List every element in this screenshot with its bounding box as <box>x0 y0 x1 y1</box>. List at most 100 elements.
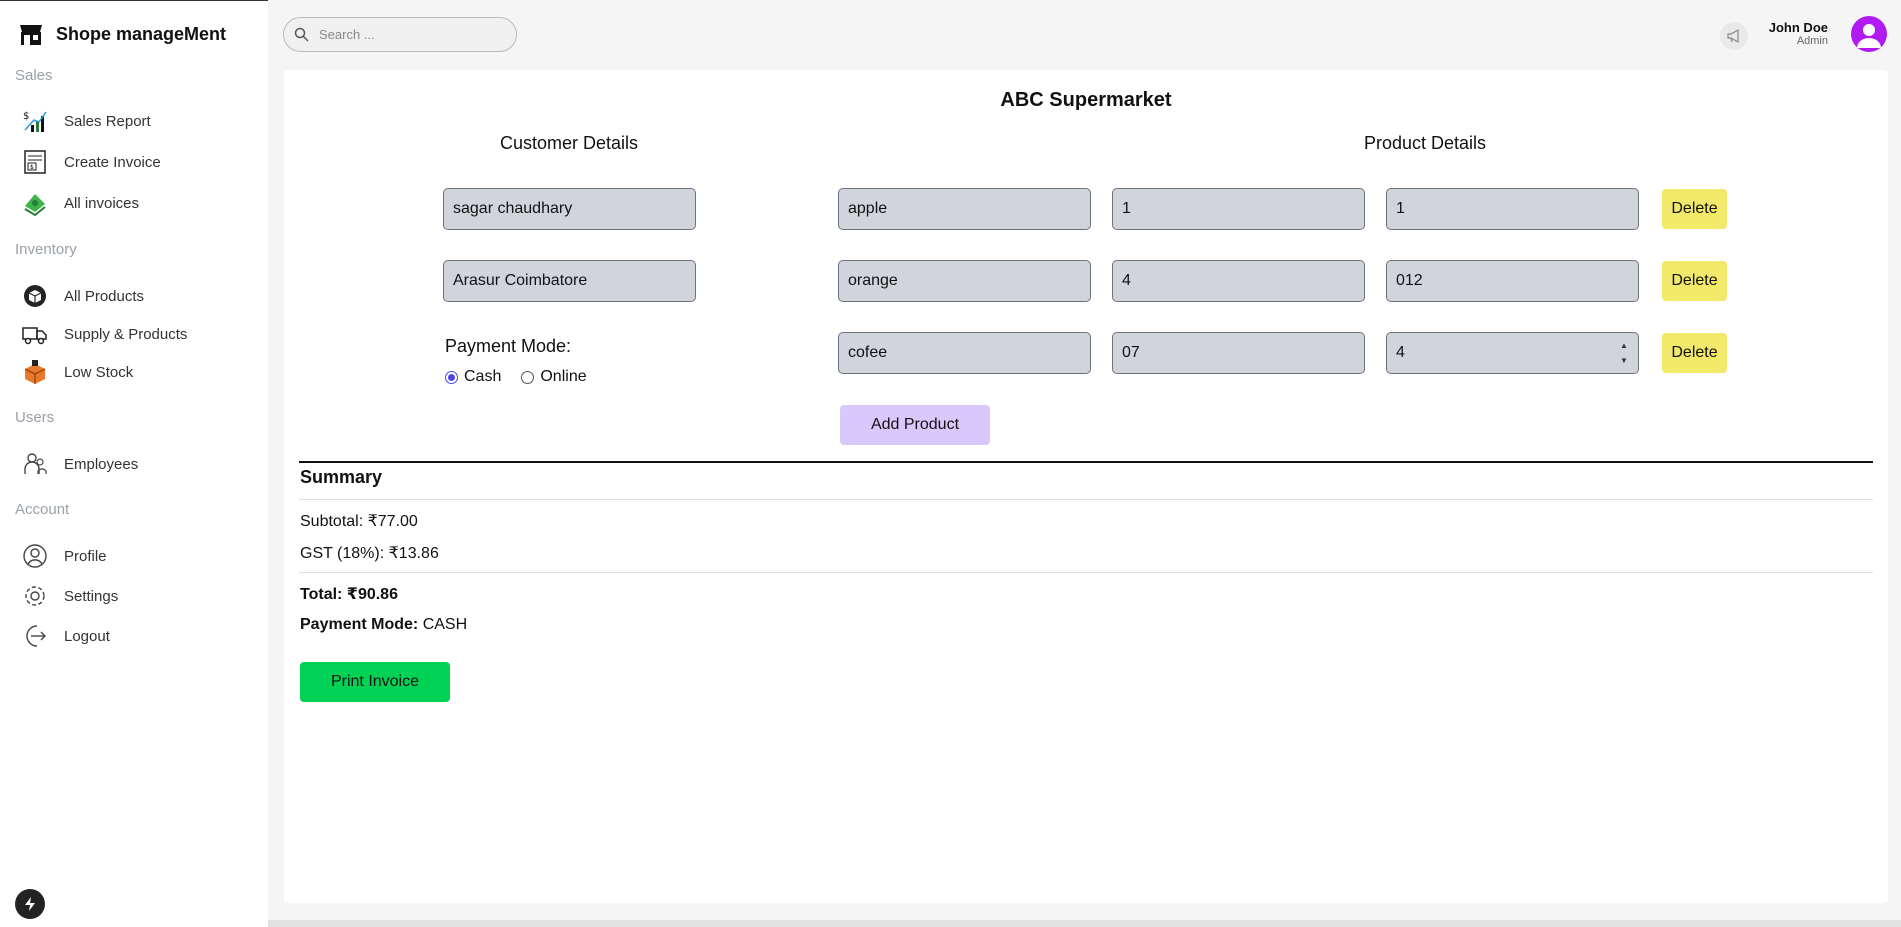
online-label[interactable]: Online <box>540 368 586 386</box>
sidebar-item-sales-report[interactable]: $ Sales Report <box>22 108 151 134</box>
gst-text: GST (18%): ₹13.86 <box>300 545 439 562</box>
chart-bars-icon: $ <box>22 108 48 134</box>
search-icon <box>294 27 309 42</box>
product-details-heading: Product Details <box>1363 133 1487 153</box>
summary-title: Summary <box>300 467 383 487</box>
product-price-field[interactable] <box>1112 332 1365 374</box>
user-circle-icon <box>22 543 48 569</box>
sidebar-item-profile[interactable]: Profile <box>22 543 107 569</box>
customer-address-field[interactable] <box>443 260 696 302</box>
add-product-button[interactable]: Add Product <box>840 405 990 445</box>
delete-product-button[interactable]: Delete <box>1662 261 1727 301</box>
sidebar-item-label: Supply & Products <box>64 325 188 343</box>
sidebar-item-label: Low Stock <box>64 363 134 381</box>
subtotal-text: Subtotal: ₹77.00 <box>300 513 418 530</box>
product-name-input[interactable] <box>848 344 1081 362</box>
product-price-field[interactable] <box>1112 188 1365 230</box>
summary-divider <box>299 461 1873 463</box>
product-price-input[interactable] <box>1122 272 1355 290</box>
payment-mode-options: Cash Online <box>445 368 587 386</box>
product-qty-field[interactable]: ▲▼ <box>1386 332 1639 374</box>
user-avatar-icon <box>1857 24 1881 48</box>
sidebar-item-label: Create Invoice <box>64 153 161 171</box>
bolt-icon[interactable] <box>15 889 45 919</box>
summary-divider-thin <box>299 499 1873 500</box>
product-name-field[interactable] <box>838 332 1091 374</box>
users-icon <box>22 451 48 477</box>
product-name-field[interactable] <box>838 188 1091 230</box>
payment-mode-summary-value: CASH <box>422 616 468 633</box>
sidebar-item-label: Settings <box>64 587 119 605</box>
money-stack-icon <box>22 190 48 216</box>
user-role: Admin <box>1796 35 1828 47</box>
section-label-users: Users <box>15 409 55 426</box>
online-radio[interactable] <box>521 370 535 384</box>
product-qty-field[interactable] <box>1386 188 1639 230</box>
sidebar-item-low-stock[interactable]: Low Stock <box>22 359 133 385</box>
spin-down-icon[interactable]: ▼ <box>1620 356 1628 365</box>
total-text: Total: ₹90.86 <box>300 586 398 603</box>
product-name-field[interactable] <box>838 260 1091 302</box>
sidebar-item-label: Logout <box>64 627 110 645</box>
store-title: ABC Supermarket <box>1000 89 1172 111</box>
megaphone-icon[interactable] <box>1720 22 1748 50</box>
customer-name-input[interactable] <box>453 200 686 218</box>
horizontal-scrollbar[interactable] <box>268 920 1901 927</box>
product-price-input[interactable] <box>1122 200 1355 218</box>
customer-address-input[interactable] <box>453 272 686 290</box>
sidebar-item-employees[interactable]: Employees <box>22 451 138 477</box>
sidebar-item-label: All Products <box>64 287 145 305</box>
print-invoice-button[interactable]: Print Invoice <box>300 662 450 702</box>
product-price-input[interactable] <box>1122 344 1355 362</box>
sidebar: Shope manageMent Sales $ Sales Report $ … <box>0 0 268 927</box>
svg-text:$: $ <box>23 111 29 122</box>
summary-divider-thin <box>299 572 1873 573</box>
sidebar-item-settings[interactable]: Settings <box>22 583 118 609</box>
product-name-input[interactable] <box>848 200 1081 218</box>
sidebar-item-label: All invoices <box>64 194 140 212</box>
brand[interactable]: Shope manageMent <box>18 21 226 47</box>
delete-product-button[interactable]: Delete <box>1662 333 1727 373</box>
cash-radio[interactable] <box>445 370 458 384</box>
svg-text:$: $ <box>30 164 34 171</box>
cash-label[interactable]: Cash <box>464 368 501 386</box>
product-qty-field[interactable] <box>1386 260 1639 302</box>
app-title: Shope manageMent <box>56 23 227 44</box>
avatar[interactable] <box>1851 16 1887 52</box>
invoice-icon: $ <box>22 149 48 175</box>
sidebar-item-all-products[interactable]: All Products <box>22 283 144 309</box>
sidebar-item-all-invoices[interactable]: All invoices <box>22 190 139 216</box>
gear-icon <box>22 583 48 609</box>
product-qty-input[interactable] <box>1396 200 1629 218</box>
invoice-panel: ABC Supermarket Customer Details Product… <box>284 70 1888 903</box>
section-label-account: Account <box>15 501 70 518</box>
spin-up-icon[interactable]: ▲ <box>1620 341 1628 350</box>
search-box[interactable] <box>283 17 517 52</box>
sidebar-item-supply-products[interactable]: Supply & Products <box>22 321 187 347</box>
user-name: John Doe <box>1768 20 1828 35</box>
sidebar-item-label: Sales Report <box>64 112 151 130</box>
store-icon <box>20 25 42 45</box>
section-label-inventory: Inventory <box>15 241 77 258</box>
logout-icon <box>22 623 48 649</box>
box-icon <box>22 283 48 309</box>
sidebar-item-logout[interactable]: Logout <box>22 623 110 649</box>
payment-mode-summary-label: Payment Mode: <box>300 616 419 633</box>
product-qty-input[interactable] <box>1396 272 1629 290</box>
section-label-sales: Sales <box>15 67 53 84</box>
delete-product-button[interactable]: Delete <box>1662 189 1727 229</box>
product-name-input[interactable] <box>848 272 1081 290</box>
stock-box-icon <box>22 359 48 385</box>
sidebar-item-create-invoice[interactable]: $ Create Invoice <box>22 149 161 175</box>
customer-details-heading: Customer Details <box>499 133 639 153</box>
customer-name-field[interactable] <box>443 188 696 230</box>
product-qty-input[interactable] <box>1396 344 1629 362</box>
product-price-field[interactable] <box>1112 260 1365 302</box>
payment-mode-label: Payment Mode: <box>445 336 572 356</box>
truck-icon <box>22 321 48 347</box>
number-spinner[interactable]: ▲ ▼ <box>1617 341 1631 365</box>
sidebar-item-label: Employees <box>64 455 139 473</box>
payment-mode-summary: Payment Mode: CASH <box>300 616 467 634</box>
sidebar-item-label: Profile <box>64 547 107 565</box>
search-input[interactable] <box>319 27 499 42</box>
